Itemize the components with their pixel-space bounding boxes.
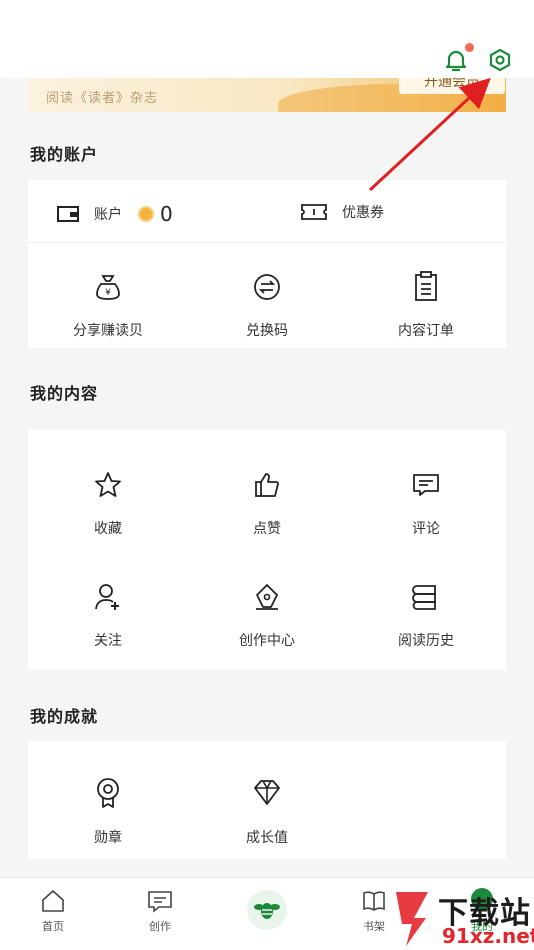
annotation-arrow xyxy=(368,77,491,192)
site-watermark: 下载站 91xz.net xyxy=(390,886,534,950)
watermark-bottom-text: 91xz.net xyxy=(442,924,534,948)
watermark-logo-icon xyxy=(396,892,428,946)
